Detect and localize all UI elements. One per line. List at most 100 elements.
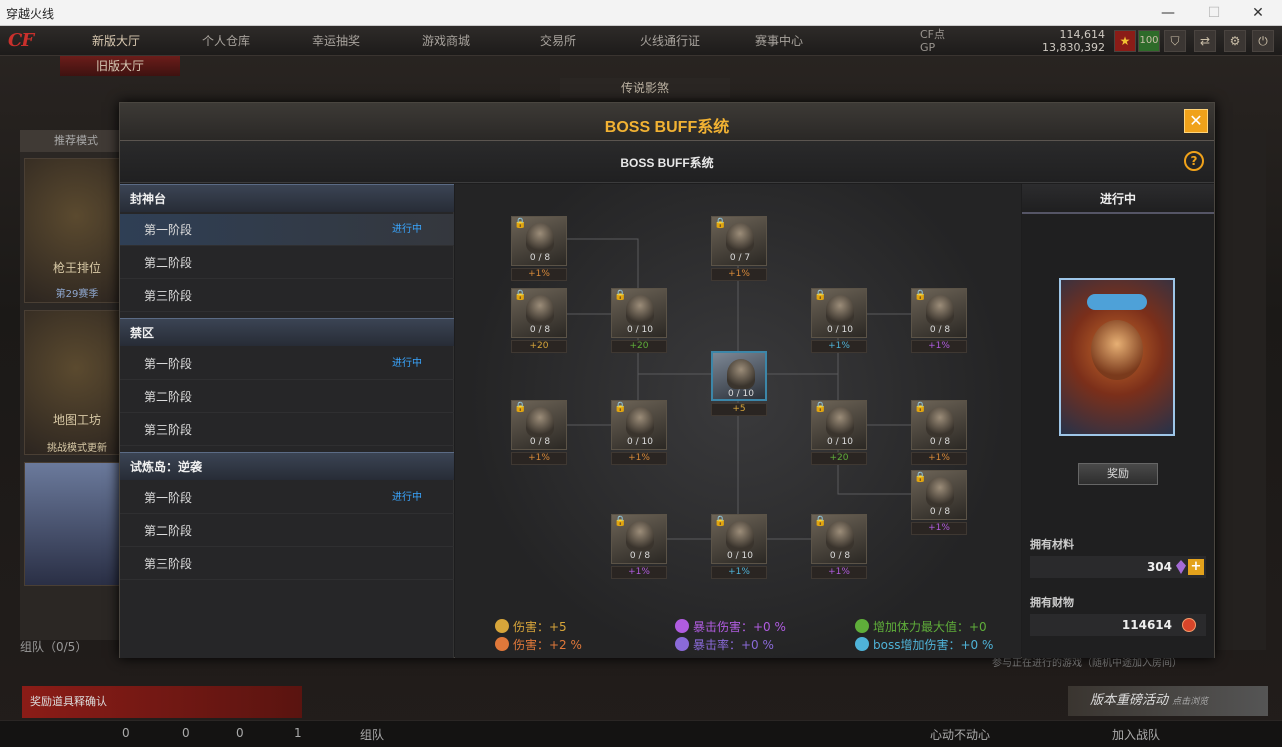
buff-node[interactable]: 🔒 0 / 10 +20 (811, 400, 867, 466)
dialog-subtitle: BOSS BUFF系统 (620, 156, 714, 170)
nav-item-new-lobby[interactable]: 新版大厅 (92, 32, 140, 49)
buff-stat: 伤害：+5 (495, 618, 567, 635)
buff-node[interactable]: 0 / 10 +5 (711, 351, 767, 417)
maximize-icon[interactable]: ☐ (1204, 3, 1224, 23)
boss-portrait: 🔒 0 / 8 (911, 288, 967, 338)
coin-icon (1182, 618, 1196, 632)
stage-item[interactable]: 第三阶段 (120, 414, 454, 446)
stage-item[interactable]: 第一阶段 进行中 (120, 482, 454, 514)
bottom-bar: 0 0 0 1 组队 心动不动心 加入战队 (0, 720, 1282, 747)
stat-label: 暴击率：+0 % (693, 638, 774, 652)
close-button[interactable]: ✕ (1184, 109, 1208, 133)
stage-item[interactable]: 第一阶段 进行中 (120, 348, 454, 380)
stat-icon (855, 619, 869, 633)
boss-figure (826, 521, 854, 551)
wealth-label: 拥有财物 (1030, 596, 1074, 609)
node-progress: 0 / 10 (627, 437, 653, 447)
stat-icon (495, 637, 509, 651)
nav-item-exchange[interactable]: 交易所 (540, 32, 576, 49)
boss-portrait: 🔒 0 / 7 (711, 216, 767, 266)
lock-icon: 🔒 (814, 516, 827, 527)
nav-item-shop[interactable]: 游戏商城 (422, 32, 470, 49)
buff-node[interactable]: 🔒 0 / 8 +1% (811, 514, 867, 580)
swap-icon[interactable]: ⇄ (1194, 30, 1216, 52)
stat-label: 暴击伤害：+0 % (693, 620, 786, 634)
mode-sidebar: 推荐模式 枪王排位 第29赛季 地图工坊 挑战模式更新 (20, 130, 132, 640)
node-buff: +1% (511, 268, 567, 281)
gear-icon[interactable]: ⚙ (1224, 30, 1246, 52)
nav-item-events[interactable]: 赛事中心 (755, 32, 803, 49)
material-label: 拥有材料 (1030, 538, 1074, 551)
bottom-team-tab[interactable]: 组队 (360, 726, 384, 743)
wealth-field: 114614 (1030, 614, 1206, 636)
buff-node[interactable]: 🔒 0 / 8 +1% (911, 400, 967, 466)
buff-node[interactable]: 🔒 0 / 10 +1% (611, 400, 667, 466)
buff-node[interactable]: 🔒 0 / 8 +1% (911, 288, 967, 354)
nav-item-old-lobby[interactable]: 旧版大厅 (60, 56, 180, 76)
buff-node[interactable]: 🔒 0 / 8 +1% (511, 216, 567, 282)
buff-node[interactable]: 🔒 0 / 8 +1% (611, 514, 667, 580)
lock-icon: 🔒 (814, 290, 827, 301)
node-buff: +1% (611, 452, 667, 465)
buff-node[interactable]: 🔒 0 / 7 +1% (711, 216, 767, 282)
dialog-header: BOSS BUFF系统 ✕ (120, 103, 1214, 141)
boss-figure (926, 407, 954, 437)
cf-label: CF点 (920, 28, 946, 41)
help-icon[interactable]: ? (1184, 151, 1204, 171)
stat-icon (675, 619, 689, 633)
stage-group-header[interactable]: 禁区 (120, 318, 454, 346)
stat-label: 伤害：+5 (513, 620, 567, 634)
stage-item[interactable]: 第二阶段 (120, 381, 454, 413)
right-background-panel (1216, 130, 1266, 650)
node-buff: +1% (711, 566, 767, 579)
add-material-button[interactable]: + (1188, 559, 1204, 575)
buff-tree: 🔒 0 / 8 +1% 🔒 0 / 7 +1% 🔒 0 / 8 +20 🔒 0 / 10 +20 🔒 0 … (455, 184, 1021, 658)
buff-node[interactable]: 🔒 0 / 10 +1% (811, 288, 867, 354)
node-progress: 0 / 10 (728, 389, 754, 399)
ranked-card[interactable]: 枪王排位 第29赛季 (24, 158, 128, 303)
power-icon[interactable]: ⏻ (1252, 30, 1274, 52)
event-banner[interactable]: 版本重磅活动 点击浏览 (1068, 686, 1268, 716)
reward-button[interactable]: 奖励 (1078, 463, 1158, 485)
stage-label: 第一阶段 (144, 223, 193, 237)
nav-item-lottery[interactable]: 幸运抽奖 (312, 32, 360, 49)
stat-label: 增加体力最大值：+0 (873, 620, 987, 634)
node-progress: 0 / 10 (827, 437, 853, 447)
boss-portrait: 🔒 0 / 8 (911, 470, 967, 520)
buff-node[interactable]: 🔒 0 / 8 +1% (511, 400, 567, 466)
stage-item[interactable]: 第一阶段 进行中 (120, 214, 454, 246)
reward-confirm-bar[interactable]: 奖励道具释确认 (22, 686, 302, 718)
lock-icon: 🔒 (914, 290, 927, 301)
lock-icon: 🔒 (514, 402, 527, 413)
stage-group-header[interactable]: 试炼岛：逆袭 (120, 452, 454, 480)
join-clan-button[interactable]: 加入战队 (1112, 726, 1160, 743)
close-window-icon[interactable]: ✕ (1248, 3, 1268, 23)
bottom-chat[interactable]: 心动不动心 (930, 726, 990, 743)
buff-node[interactable]: 🔒 0 / 10 +20 (611, 288, 667, 354)
shield-icon[interactable]: ⛉ (1164, 30, 1186, 52)
promo-card[interactable] (24, 462, 128, 586)
node-progress: 0 / 8 (929, 325, 951, 335)
boss-portrait: 🔒 0 / 8 (511, 288, 567, 338)
map-workshop-card[interactable]: 地图工坊 挑战模式更新 (24, 310, 128, 455)
stage-item[interactable]: 第三阶段 (120, 548, 454, 580)
lock-icon: 🔒 (714, 516, 727, 527)
stage-item[interactable]: 第二阶段 (120, 247, 454, 279)
lock-icon: 🔒 (514, 290, 527, 301)
boss-figure (926, 477, 954, 507)
buff-node[interactable]: 🔒 0 / 8 +20 (511, 288, 567, 354)
stage-group-header[interactable]: 封神台 (120, 184, 454, 212)
stat-icon (855, 637, 869, 651)
buff-node[interactable]: 🔒 0 / 10 +1% (711, 514, 767, 580)
boss-portrait: 🔒 0 / 10 (811, 288, 867, 338)
stage-item[interactable]: 第二阶段 (120, 515, 454, 547)
stat-icon (675, 637, 689, 651)
nav-item-pass[interactable]: 火线通行证 (640, 32, 700, 49)
buff-stat: 暴击伤害：+0 % (675, 618, 786, 635)
buff-node[interactable]: 🔒 0 / 8 +1% (911, 470, 967, 536)
minimize-icon[interactable]: — (1158, 3, 1178, 23)
stage-item[interactable]: 第三阶段 (120, 280, 454, 312)
bottom-count-b: 0 (182, 726, 190, 740)
rank-icon[interactable]: ★ (1114, 30, 1136, 52)
nav-item-warehouse[interactable]: 个人仓库 (202, 32, 250, 49)
